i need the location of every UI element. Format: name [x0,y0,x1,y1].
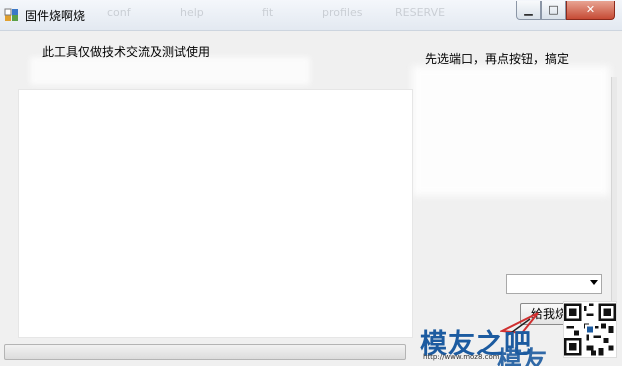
progress-bar [4,344,406,360]
instruction-label: 先选端口，再点按钮，搞定 [425,52,570,66]
ghost-menu-item: fit [262,6,274,19]
close-button[interactable]: ✕ [566,1,615,20]
ghost-menu-item: RESERVE [395,6,446,19]
side-panel [611,77,617,337]
port-select[interactable] [506,274,602,294]
ghost-menu-item: conf [107,6,131,19]
maximize-button[interactable]: □ [541,1,566,20]
chevron-down-icon[interactable] [590,280,598,285]
blurred-region [30,57,310,85]
watermark-url: http://www.moz8.com [423,353,500,361]
title-bar[interactable]: 固件烧啊烧 conf help fit profiles RESERVE ▁ □… [0,0,622,31]
watermark-logo-secondary: 模友 [497,346,548,366]
ghost-menu-item: help [180,6,204,19]
disclaimer-label: 此工具仅做技术交流及测试使用 [42,45,211,59]
ghost-menu-item: profiles [322,6,363,19]
app-icon [4,8,18,21]
log-output-area[interactable] [18,89,413,338]
app-window: 固件烧啊烧 conf help fit profiles RESERVE ▁ □… [0,0,622,366]
window-title: 固件烧啊烧 [25,9,86,23]
client-area: 此工具仅做技术交流及测试使用 先选端口，再点按钮，搞定 给我烧 模友之吧 htt… [0,31,622,366]
qr-code-image [563,301,617,358]
minimize-button[interactable]: ▁ [516,1,541,20]
blurred-region [412,66,610,196]
